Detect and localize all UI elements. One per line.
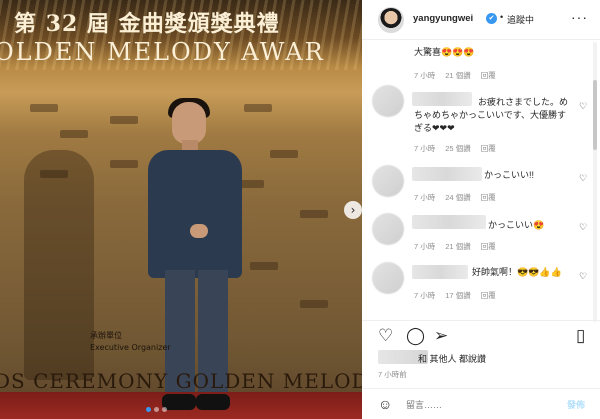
comment-likes[interactable]: 17 個讚 bbox=[445, 291, 470, 300]
likes-summary[interactable]: 和 其他人 都說讚 bbox=[418, 352, 486, 365]
avatar[interactable] bbox=[372, 85, 404, 117]
person-shoe-right bbox=[196, 394, 230, 410]
comment-text: かっこいい!! bbox=[484, 170, 535, 180]
more-options-icon[interactable]: ··· bbox=[571, 9, 588, 25]
commenter-username[interactable] bbox=[412, 215, 486, 229]
comment-text: 大驚喜😍😍😍 bbox=[414, 47, 475, 57]
photo-title-banner: OLDEN MELODY AWAR bbox=[0, 38, 325, 66]
avatar[interactable] bbox=[372, 213, 404, 245]
comment-likes[interactable]: 24 個讚 bbox=[445, 193, 470, 202]
person-jacket bbox=[148, 150, 242, 278]
organizer-label: 承辦單位 Executive Organizer bbox=[90, 331, 171, 352]
carousel-dot bbox=[154, 407, 159, 412]
carousel-dot-active bbox=[146, 407, 151, 412]
person-shoe-left bbox=[162, 394, 196, 410]
post-sidebar: yangyungwei ✔ • 追蹤中 ··· 大驚喜😍😍😍 7 小時 21 個讚… bbox=[362, 0, 600, 419]
reply-button[interactable]: 回覆 bbox=[481, 242, 496, 251]
wall-shadow bbox=[24, 150, 94, 380]
comment-time[interactable]: 7 小時 bbox=[414, 71, 435, 80]
username-link[interactable]: yangyungwei bbox=[413, 13, 473, 24]
reply-button[interactable]: 回覆 bbox=[481, 193, 496, 202]
heart-icon[interactable]: ♡ bbox=[378, 326, 393, 346]
avatar[interactable] bbox=[372, 165, 404, 197]
carousel-dot bbox=[162, 407, 167, 412]
photo-title-text: 第 32 屆 金曲獎頒獎典禮 bbox=[14, 11, 280, 37]
following-button[interactable]: 追蹤中 bbox=[507, 13, 534, 26]
comment-time[interactable]: 7 小時 bbox=[414, 193, 435, 202]
emoji-icon[interactable]: ☺ bbox=[378, 396, 392, 412]
sponsor-logo bbox=[244, 104, 272, 112]
sponsor-logo bbox=[30, 104, 58, 112]
share-icon[interactable]: ➢ bbox=[434, 326, 448, 346]
post-header: yangyungwei ✔ • 追蹤中 ··· bbox=[362, 0, 600, 40]
scrollbar-thumb[interactable] bbox=[593, 80, 597, 150]
heart-icon[interactable]: ♡ bbox=[579, 173, 587, 184]
comment-meta: 7 小時 17 個讚 回覆 bbox=[414, 290, 506, 301]
person-head bbox=[172, 102, 206, 144]
post-button[interactable]: 發佈 bbox=[567, 398, 585, 411]
sponsor-logo bbox=[110, 160, 138, 168]
comment-likes[interactable]: 21 個讚 bbox=[445, 71, 470, 80]
section-divider bbox=[362, 320, 600, 321]
comment-meta: 7 小時 24 個讚 回覆 bbox=[414, 192, 506, 203]
commenter-username[interactable] bbox=[412, 167, 482, 181]
sponsor-logo bbox=[270, 150, 298, 158]
comment-meta: 7 小時 25 個讚 回覆 bbox=[414, 143, 506, 154]
comment-time[interactable]: 7 小時 bbox=[414, 242, 435, 251]
heart-icon[interactable]: ♡ bbox=[579, 222, 587, 233]
person-hands bbox=[190, 224, 208, 238]
heart-icon[interactable]: ♡ bbox=[579, 271, 587, 282]
carousel-indicator bbox=[146, 407, 167, 412]
post-photo[interactable]: 第 32 屆 金曲獎頒獎典禮 OLDEN MELODY AWAR 承辦單位 Ex… bbox=[0, 0, 362, 419]
comment-text: かっこいい😍 bbox=[488, 220, 545, 230]
sponsor-logo bbox=[300, 210, 328, 218]
reply-button[interactable]: 回覆 bbox=[481, 71, 496, 80]
reply-button[interactable]: 回覆 bbox=[481, 291, 496, 300]
sponsor-logo bbox=[300, 300, 328, 308]
chevron-right-icon[interactable]: › bbox=[344, 201, 362, 219]
verified-badge-icon: ✔ bbox=[486, 13, 497, 24]
header-separator: • bbox=[500, 12, 504, 22]
comment-icon[interactable]: ◯ bbox=[406, 326, 425, 346]
comment-time[interactable]: 7 小時 bbox=[414, 291, 435, 300]
sponsor-logo bbox=[250, 262, 278, 270]
heart-icon[interactable]: ♡ bbox=[579, 101, 587, 112]
avatar[interactable] bbox=[378, 7, 404, 33]
section-divider bbox=[362, 388, 600, 389]
post-timestamp[interactable]: 7 小時前 bbox=[378, 369, 407, 380]
photo-bottom-banner: DS CEREMONY GOLDEN MELOD bbox=[0, 369, 362, 393]
comment-meta: 7 小時 21 個讚 回覆 bbox=[414, 70, 506, 81]
comment-time[interactable]: 7 小時 bbox=[414, 144, 435, 153]
comment-text: お疲れさまでした。めちゃめちゃかっこいいです、大優勝すぎる❤❤❤ bbox=[414, 97, 569, 133]
comment-text: 好帥氣啊！😎😎👍👍 bbox=[472, 267, 562, 277]
bookmark-icon[interactable]: ▯ bbox=[576, 326, 585, 346]
commenter-username[interactable] bbox=[412, 265, 468, 279]
sponsor-logo bbox=[110, 116, 138, 124]
comment-meta: 7 小時 21 個讚 回覆 bbox=[414, 241, 506, 252]
comment-input[interactable] bbox=[406, 398, 546, 412]
avatar[interactable] bbox=[372, 262, 404, 294]
comment-likes[interactable]: 25 個讚 bbox=[445, 144, 470, 153]
sponsor-logo bbox=[60, 130, 88, 138]
comment-likes[interactable]: 21 個讚 bbox=[445, 242, 470, 251]
reply-button[interactable]: 回覆 bbox=[481, 144, 496, 153]
